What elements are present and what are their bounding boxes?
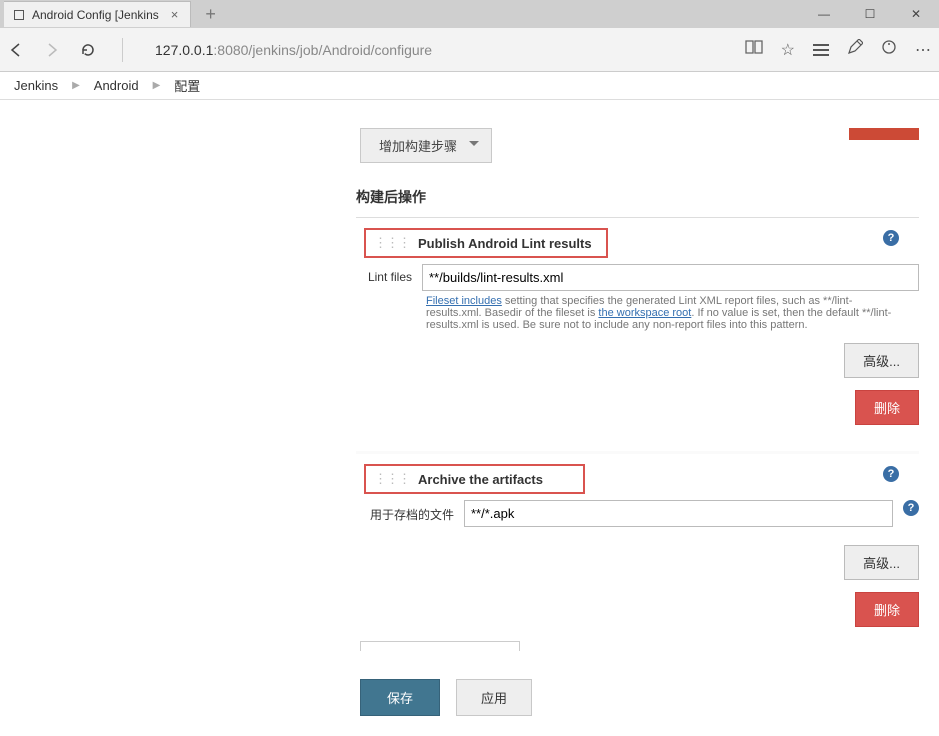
minimize-button[interactable]: — [801,0,847,28]
url-host: 127.0.0.1 [155,42,213,58]
reading-view-icon[interactable] [745,39,763,60]
breadcrumb-item[interactable]: 配置 [174,76,200,95]
truncated-button[interactable] [849,128,919,140]
truncated-dropdown[interactable] [360,641,520,651]
help-icon[interactable]: ? [883,230,899,246]
favorite-icon[interactable]: ☆ [781,40,795,60]
notes-icon[interactable] [847,39,863,60]
archive-files-input[interactable] [464,500,893,527]
lint-files-input[interactable] [422,264,919,291]
save-button[interactable]: 保存 [360,679,440,716]
more-icon[interactable]: ⋯ [915,40,931,60]
url-path: :8080/jenkins/job/Android/configure [213,42,432,58]
back-button[interactable] [8,42,24,58]
post-build-section-title: 构建后操作 [356,187,919,207]
help-icon[interactable]: ? [903,500,919,516]
close-tab-icon[interactable]: × [167,7,183,22]
drag-handle-icon[interactable]: ⋮⋮⋮ [374,235,410,251]
lint-files-description: Fileset includes setting that specifies … [426,295,899,331]
address-bar[interactable]: 127.0.0.1:8080/jenkins/job/Android/confi… [149,42,715,58]
lint-files-label: Lint files [356,264,412,284]
page-icon [14,10,24,20]
fileset-includes-link[interactable]: Fileset includes [426,295,502,307]
advanced-button[interactable]: 高级... [844,545,919,580]
block-header-lint[interactable]: ⋮⋮⋮ Publish Android Lint results [364,228,608,258]
block-title: Publish Android Lint results [418,236,592,251]
breadcrumb-item[interactable]: Jenkins [14,78,58,93]
delete-button[interactable]: 删除 [855,592,919,627]
refresh-button[interactable] [80,42,96,58]
new-tab-button[interactable]: + [205,4,216,25]
delete-button[interactable]: 删除 [855,390,919,425]
forward-button[interactable] [44,42,60,58]
advanced-button[interactable]: 高级... [844,343,919,378]
breadcrumb-item[interactable]: Android [94,78,139,93]
block-header-archive[interactable]: ⋮⋮⋮ Archive the artifacts [364,464,585,494]
drag-handle-icon[interactable]: ⋮⋮⋮ [374,471,410,487]
nav-bar: 127.0.0.1:8080/jenkins/job/Android/confi… [0,28,939,72]
tab-title: Android Config [Jenkins [32,8,159,22]
browser-tab[interactable]: Android Config [Jenkins × [4,1,191,27]
chevron-right-icon: ▶ [72,80,80,91]
share-icon[interactable] [881,39,897,60]
workspace-root-link[interactable]: the workspace root [598,307,691,319]
breadcrumb: Jenkins ▶ Android ▶ 配置 [0,72,939,100]
hub-icon[interactable] [813,44,829,56]
tab-bar: Android Config [Jenkins × + — ☐ ✕ [0,0,939,28]
divider [356,451,919,454]
archive-files-label: 用于存档的文件 [356,500,454,523]
add-build-step-dropdown[interactable]: 增加构建步骤 [360,128,492,163]
block-title: Archive the artifacts [418,472,543,487]
chevron-right-icon: ▶ [153,80,161,91]
apply-button[interactable]: 应用 [456,679,532,716]
close-window-button[interactable]: ✕ [893,0,939,28]
help-icon[interactable]: ? [883,466,899,482]
maximize-button[interactable]: ☐ [847,0,893,28]
divider [356,217,919,218]
